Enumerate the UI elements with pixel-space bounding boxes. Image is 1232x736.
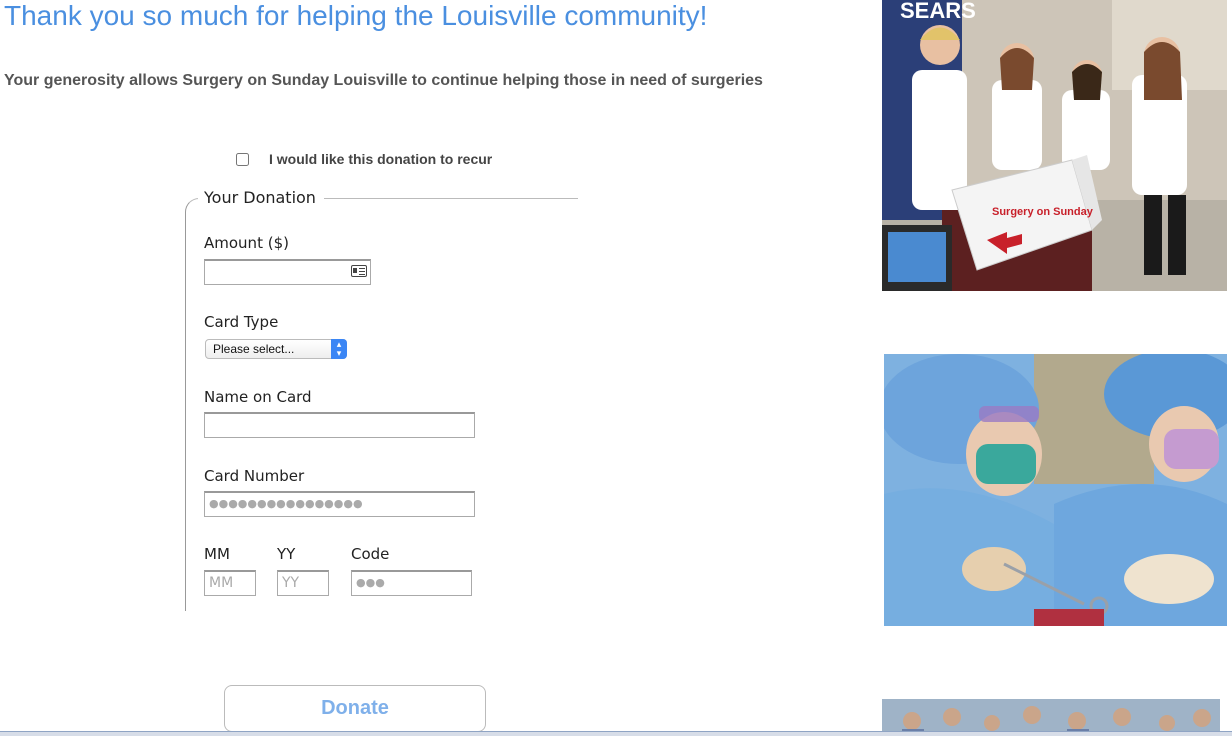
name-on-card-input[interactable] bbox=[204, 412, 475, 438]
yy-input[interactable]: YY bbox=[277, 570, 329, 596]
surgery-photo bbox=[884, 354, 1227, 626]
os-taskbar bbox=[0, 731, 1232, 736]
recur-checkbox[interactable] bbox=[236, 152, 249, 166]
mm-input[interactable]: MM bbox=[204, 570, 256, 596]
volunteers-photo: SEARS Surgery on Sunday bbox=[882, 0, 1227, 291]
code-input[interactable]: ●●● bbox=[351, 570, 472, 596]
card-type-select[interactable]: Please select... ▴ ▾ bbox=[205, 339, 347, 359]
donation-legend: Your Donation bbox=[198, 188, 324, 207]
card-number-input[interactable]: ●●●●●●●●●●●●●●●● bbox=[204, 491, 475, 517]
donate-button[interactable]: Donate bbox=[224, 685, 486, 732]
name-on-card-label: Name on Card bbox=[204, 388, 312, 406]
mm-label: MM bbox=[204, 545, 230, 563]
page-title: Thank you so much for helping the Louisv… bbox=[4, 0, 708, 31]
select-arrows-icon: ▴ ▾ bbox=[331, 339, 347, 359]
yy-label: YY bbox=[277, 545, 296, 563]
card-type-label: Card Type bbox=[204, 313, 279, 331]
contact-card-icon[interactable] bbox=[351, 265, 367, 277]
card-type-selected: Please select... bbox=[213, 342, 295, 356]
recur-option: I would like this donation to recur bbox=[236, 151, 492, 167]
box-text: Surgery on Sunday bbox=[992, 206, 1094, 218]
page-subtitle: Your generosity allows Surgery on Sunday… bbox=[4, 72, 763, 89]
amount-label: Amount ($) bbox=[204, 234, 289, 252]
sears-sign-text: SEARS bbox=[900, 0, 976, 23]
team-photo bbox=[882, 699, 1220, 735]
card-number-label: Card Number bbox=[204, 467, 305, 485]
recur-label[interactable]: I would like this donation to recur bbox=[269, 151, 492, 167]
amount-input[interactable] bbox=[204, 259, 371, 285]
code-label: Code bbox=[351, 545, 390, 563]
